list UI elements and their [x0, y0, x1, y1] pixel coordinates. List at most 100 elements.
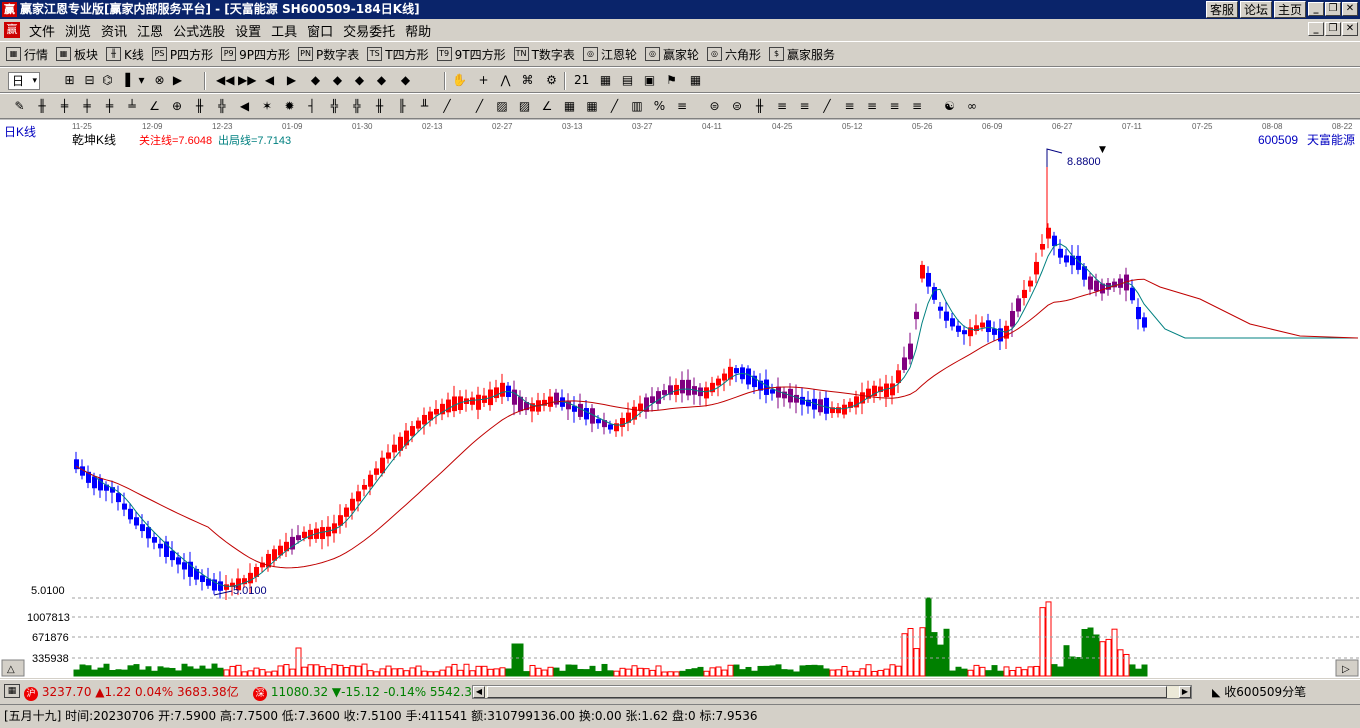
diamond-up-icon[interactable]: ◆: [308, 73, 323, 88]
scroll-left-icon[interactable]: ◀: [473, 686, 485, 698]
gann-icon[interactable]: ⌘: [520, 73, 535, 88]
draw-tool-icon-34[interactable]: ≡: [797, 99, 812, 114]
homepage-link[interactable]: 主页: [1273, 1, 1306, 18]
draw-tool-icon-6[interactable]: ∠: [147, 99, 162, 114]
menu-tools[interactable]: 工具: [266, 21, 302, 40]
toolbar-btn-8[interactable]: TN T数字表: [513, 46, 575, 63]
draw-tool-icon-19[interactable]: ╱: [440, 99, 455, 114]
type-dropdown-icon[interactable]: ▾: [134, 73, 149, 88]
toolbar-btn-2[interactable]: ╫ K线: [106, 46, 144, 63]
sh-index-value[interactable]: 3237.70: [42, 685, 92, 699]
crosshair-icon[interactable]: +: [476, 73, 491, 88]
zoom-in-icon[interactable]: ⊞: [62, 73, 77, 88]
draw-tool-icon-20[interactable]: ╱: [472, 99, 487, 114]
menu-trade[interactable]: 交易委托: [338, 21, 400, 40]
pan-hand-icon[interactable]: ✋: [452, 73, 467, 88]
toolbar-btn-10[interactable]: ◎ 赢家轮: [644, 46, 699, 63]
table-icon[interactable]: ▤: [620, 73, 635, 88]
draw-tool-icon-2[interactable]: ╪: [57, 99, 72, 114]
last-icon[interactable]: ▶▶: [238, 73, 256, 88]
draw-tool-icon-27[interactable]: ▥: [630, 99, 645, 114]
trade-icon[interactable]: ▦: [688, 73, 703, 88]
draw-tool-icon-32[interactable]: ╫: [752, 99, 767, 114]
draw-tool-icon-23[interactable]: ∠: [540, 99, 555, 114]
draw-tool-icon-39[interactable]: ≡: [910, 99, 925, 114]
draw-tool-icon-1[interactable]: ╫: [35, 99, 50, 114]
diamond-right-icon[interactable]: ◆: [374, 73, 389, 88]
draw-tool-icon-18[interactable]: ╨: [417, 99, 432, 114]
draw-tool-icon-33[interactable]: ≡: [775, 99, 790, 114]
mdi-close-icon[interactable]: ✕: [1342, 22, 1358, 36]
draw-tool-icon-21[interactable]: ▨: [495, 99, 510, 114]
menu-help[interactable]: 帮助: [400, 21, 436, 40]
draw-tool-icon-30[interactable]: ⊜: [707, 99, 722, 114]
toolbar-btn-4[interactable]: P9 9P四方形: [221, 46, 290, 63]
bar-type-icon[interactable]: ▐: [118, 73, 133, 88]
menu-formula[interactable]: 公式选股: [168, 21, 230, 40]
calc-icon[interactable]: ▦: [598, 73, 613, 88]
close-icon[interactable]: ✕: [1342, 2, 1358, 16]
menu-window[interactable]: 窗口: [302, 21, 338, 40]
draw-tool-icon-14[interactable]: ╬: [327, 99, 342, 114]
diamond-down-icon[interactable]: ◆: [330, 73, 345, 88]
mdi-restore-icon[interactable]: ❐: [1325, 22, 1341, 36]
draw-tool-icon-13[interactable]: ┤: [305, 99, 320, 114]
zoom-out-icon[interactable]: ⊟: [82, 73, 97, 88]
scroll-right-icon[interactable]: ▶: [1179, 686, 1191, 698]
draw-tool-icon-35[interactable]: ╱: [820, 99, 835, 114]
gear-icon[interactable]: ⚙: [544, 73, 559, 88]
draw-tool-icon-4[interactable]: ╪: [102, 99, 117, 114]
kline-type-icon[interactable]: ⌬: [100, 73, 115, 88]
draw-tool-icon-31[interactable]: ⊜: [730, 99, 745, 114]
no-indicator-icon[interactable]: ⊗: [152, 73, 167, 88]
status-scrollbar[interactable]: ◀ ▶: [472, 685, 1192, 699]
draw-tool-icon-38[interactable]: ≡: [887, 99, 902, 114]
draw-tool-icon-41[interactable]: ∞: [965, 99, 980, 114]
toolbar-btn-3[interactable]: PS P四方形: [151, 46, 213, 63]
draw-tool-icon-16[interactable]: ╫: [372, 99, 387, 114]
draw-tool-icon-22[interactable]: ▨: [517, 99, 532, 114]
diamond-center-icon[interactable]: ◆: [398, 73, 413, 88]
first-icon[interactable]: ◀◀: [216, 73, 234, 88]
toolbar-btn-1[interactable]: ▦ 板块: [56, 46, 98, 63]
next-icon[interactable]: ▶: [284, 73, 299, 88]
calendar-icon[interactable]: 21: [574, 73, 589, 88]
menu-file[interactable]: 文件: [24, 21, 60, 40]
draw-tool-icon-12[interactable]: ✹: [282, 99, 297, 114]
customer-service-link[interactable]: 客服: [1205, 1, 1238, 18]
draw-tool-icon-36[interactable]: ≡: [842, 99, 857, 114]
draw-tool-icon-8[interactable]: ╫: [192, 99, 207, 114]
draw-tool-icon-29[interactable]: ≡: [675, 99, 690, 114]
draw-tool-icon-11[interactable]: ✶: [260, 99, 275, 114]
toolbar-btn-9[interactable]: ◎ 江恩轮: [582, 46, 637, 63]
line-draw-icon[interactable]: ⋀: [498, 73, 513, 88]
draw-tool-icon-25[interactable]: ▦: [585, 99, 600, 114]
chart-area[interactable]: 11-25 12-09 12-23 01-09 01-30 02-13 02-27 03-13…: [0, 119, 1360, 678]
period-select[interactable]: 日 ▾: [8, 72, 40, 90]
keyboard-icon[interactable]: ▦: [4, 684, 20, 698]
draw-tool-icon-3[interactable]: ╪: [80, 99, 95, 114]
restore-icon[interactable]: ❐: [1325, 2, 1341, 16]
draw-tool-icon-17[interactable]: ╟: [395, 99, 410, 114]
toolbar-btn-0[interactable]: ▦ 行情: [6, 46, 48, 63]
save-icon[interactable]: ▣: [642, 73, 657, 88]
diamond-left-icon[interactable]: ◆: [352, 73, 367, 88]
minimize-icon[interactable]: _: [1308, 2, 1324, 16]
menu-gann[interactable]: 江恩: [132, 21, 168, 40]
toolbar-btn-7[interactable]: T9 9T四方形: [436, 46, 506, 63]
mdi-logo-icon[interactable]: 赢: [4, 22, 20, 38]
draw-tool-icon-9[interactable]: ╬: [215, 99, 230, 114]
draw-tool-icon-0[interactable]: ✎: [12, 99, 27, 114]
draw-tool-icon-40[interactable]: ☯: [942, 99, 957, 114]
prev-icon[interactable]: ◀: [262, 73, 277, 88]
kline-chart[interactable]: 11-25 12-09 12-23 01-09 01-30 02-13 02-27 03-13…: [0, 119, 1360, 678]
sz-index-value[interactable]: 11080.32: [271, 685, 328, 699]
draw-tool-icon-37[interactable]: ≡: [865, 99, 880, 114]
draw-tool-icon-15[interactable]: ╬: [350, 99, 365, 114]
menu-browse[interactable]: 浏览: [60, 21, 96, 40]
toolbar-btn-6[interactable]: TS T四方形: [367, 46, 429, 63]
flag-icon[interactable]: ▶: [170, 73, 185, 88]
toolbar-btn-5[interactable]: PN P数字表: [298, 46, 359, 63]
toolbar-btn-11[interactable]: ◎ 六角形: [706, 46, 761, 63]
menu-settings[interactable]: 设置: [230, 21, 266, 40]
